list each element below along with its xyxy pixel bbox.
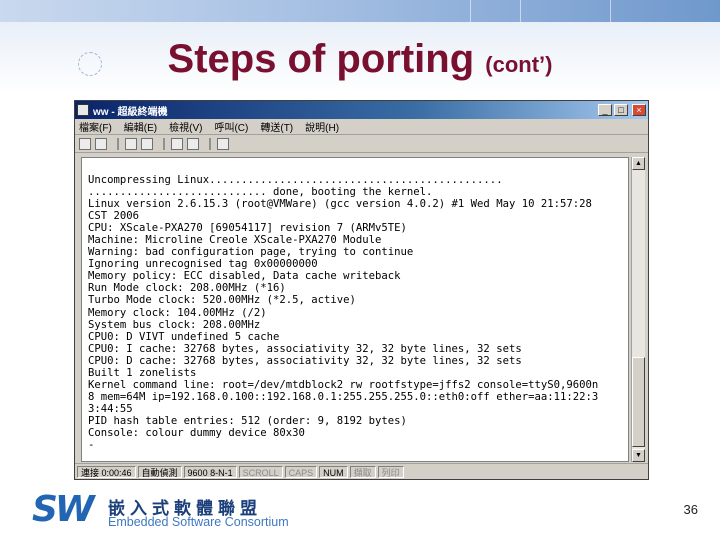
minimize-button[interactable]: _ [598, 104, 612, 116]
maximize-button[interactable]: □ [614, 104, 628, 116]
menu-view[interactable]: 檢視(V) [169, 119, 202, 134]
properties-icon[interactable] [217, 137, 229, 150]
app-icon [77, 104, 89, 116]
connect-icon[interactable] [125, 137, 137, 150]
terminal-line: CST 2006 [88, 210, 140, 223]
status-caps: CAPS [284, 465, 318, 478]
slide-title-suffix: (cont’) [485, 52, 553, 77]
terminal-line: 3:44:55 [88, 402, 133, 415]
slide-title: Steps of porting (cont’) [0, 36, 720, 88]
terminal-line: 8 mem=64M ip=192.168.0.100::192.168.0.1:… [88, 390, 599, 403]
toolbar-separator [163, 137, 165, 150]
slide-title-main: Steps of porting [167, 37, 475, 81]
terminal-line: Warning: bad configuration page, trying … [88, 246, 414, 259]
terminal-line: Turbo Mode clock: 520.00MHz (*2.5, activ… [88, 294, 356, 307]
menu-bar: 檔案(F) 編輯(E) 檢視(V) 呼叫(C) 轉送(T) 說明(H) [75, 119, 648, 135]
terminal-line: CPU0: D cache: 32768 bytes, associativit… [88, 354, 522, 367]
receive-icon[interactable] [187, 137, 199, 150]
status-bar: 連接 0:00:46 自動偵測 9600 8-N-1 SCROLL CAPS N… [75, 463, 648, 479]
terminal-line: CPU0: D VIVT undefined 5 cache [88, 330, 280, 343]
terminal-line: ............................ done, booti… [88, 186, 433, 199]
status-capture: 擷取 [349, 465, 376, 478]
status-num: NUM [319, 465, 348, 478]
vertical-scrollbar[interactable]: ▲ ▼ [631, 157, 645, 462]
status-scroll: SCROLL [238, 465, 283, 478]
terminal-line: CPU0: I cache: 32768 bytes, associativit… [88, 342, 522, 355]
terminal-line: Linux version 2.6.15.3 (root@VMWare) (gc… [88, 198, 592, 211]
terminal-line: - [88, 439, 95, 452]
toolbar-separator [209, 137, 211, 150]
terminal-line: Built 1 zonelists [88, 366, 197, 379]
terminal-line: CPU: XScale-PXA270 [69054117] revision 7… [88, 222, 407, 235]
page-number: 36 [683, 502, 698, 517]
menu-file[interactable]: 檔案(F) [79, 119, 112, 134]
toolbar [75, 135, 648, 153]
terminal-line: Machine: Microline Creole XScale-PXA270 … [88, 234, 382, 247]
terminal-output[interactable]: Uncompressing Linux.....................… [81, 157, 629, 462]
menu-transfer[interactable]: 轉送(T) [260, 119, 293, 134]
terminal-window: ww - 超級終端機 _ □ × 檔案(F) 編輯(E) 檢視(V) 呼叫(C)… [74, 100, 649, 480]
disconnect-icon[interactable] [141, 137, 153, 150]
terminal-line: Console: colour dummy device 80x30 [88, 426, 305, 439]
scroll-up-icon[interactable]: ▲ [632, 157, 645, 170]
send-icon[interactable] [171, 137, 183, 150]
terminal-line: Run Mode clock: 208.00MHz (*16) [88, 282, 286, 295]
terminal-text: Uncompressing Linux.....................… [82, 158, 628, 451]
scroll-down-icon[interactable]: ▼ [632, 449, 645, 462]
menu-call[interactable]: 呼叫(C) [214, 119, 248, 134]
terminal-line: PID hash table entries: 512 (order: 9, 8… [88, 414, 407, 427]
window-titlebar[interactable]: ww - 超級終端機 _ □ × [75, 101, 648, 119]
close-button[interactable]: × [632, 104, 646, 116]
open-icon[interactable] [95, 137, 107, 150]
top-decor-band [0, 0, 720, 22]
terminal-line: Memory clock: 104.00MHz (/2) [88, 306, 267, 319]
terminal-line: Kernel command line: root=/dev/mtdblock2… [88, 378, 599, 391]
scroll-thumb[interactable] [632, 357, 645, 447]
status-autodetect: 自動偵測 [137, 465, 182, 478]
terminal-line: System bus clock: 208.00MHz [88, 318, 261, 331]
logo-mark: SW [32, 489, 95, 530]
new-icon[interactable] [79, 137, 91, 150]
window-title: ww - 超級終端機 [93, 106, 168, 118]
toolbar-separator [117, 137, 119, 150]
menu-help[interactable]: 說明(H) [305, 119, 339, 134]
terminal-line: Uncompressing Linux.....................… [88, 174, 503, 186]
menu-edit[interactable]: 編輯(E) [124, 119, 157, 134]
logo-name-en: Embedded Software Consortium [108, 515, 289, 529]
status-port-settings: 9600 8-N-1 [183, 465, 237, 478]
terminal-line: Memory policy: ECC disabled, Data cache … [88, 270, 401, 283]
status-print: 列印 [377, 465, 404, 478]
status-connected-time: 連接 0:00:46 [77, 465, 136, 478]
terminal-line: Ignoring unrecognised tag 0x00000000 [88, 258, 318, 271]
